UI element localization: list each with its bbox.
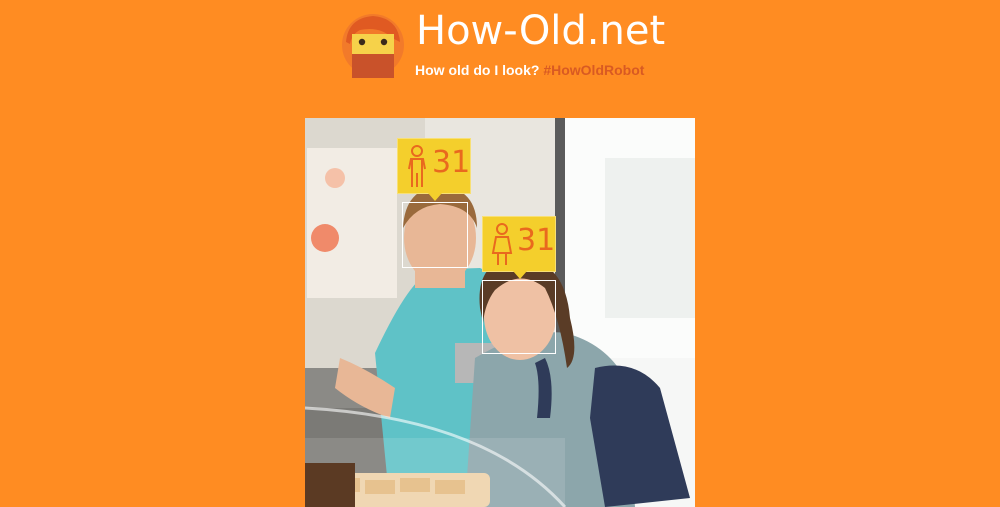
age-value-woman: 31 (517, 223, 556, 258)
analyzed-photo[interactable]: 31 31 (305, 118, 695, 507)
person-icon (408, 145, 426, 187)
age-tag-woman: 31 (482, 216, 556, 279)
site-header: How-Old.net How old do I look? #HowOldRo… (340, 8, 680, 86)
tagline-text: How old do I look? (415, 62, 540, 78)
robot-face-icon[interactable] (340, 12, 406, 78)
hashtag-link[interactable]: #HowOldRobot (543, 62, 644, 78)
tagline: How old do I look? #HowOldRobot (415, 62, 644, 78)
person-female-icon (491, 223, 513, 265)
face-box-man (402, 202, 468, 268)
age-value-man: 31 (432, 145, 471, 180)
face-box-woman (482, 280, 556, 354)
age-tag-man: 31 (397, 138, 471, 201)
site-title[interactable]: How-Old.net (416, 8, 665, 54)
